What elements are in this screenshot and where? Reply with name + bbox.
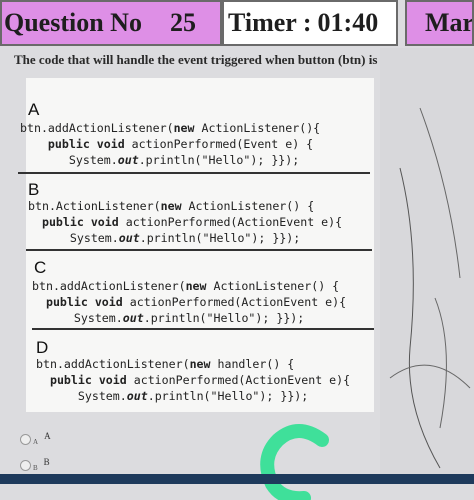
option-letter: C [34,258,47,277]
question-number-box: Question No 25 [0,0,222,46]
timer-label: Timer : [228,8,312,37]
option-code: btn.ActionListener(new ActionListener() … [28,199,343,245]
question-number: 25 [169,8,196,37]
answer-radio-a[interactable]: A A [20,431,51,446]
answer-radio-b[interactable]: B B [20,457,50,472]
option-letter: A [28,100,40,119]
header-bar: Question No 25 Timer : 01:40 Mark [0,0,474,48]
option-code: btn.addActionListener(new ActionListener… [20,121,321,167]
radio-sub: A [33,438,39,446]
marks-box: Mark [405,0,474,46]
timer-box: Timer : 01:40 [222,0,398,46]
answer-label: B [43,457,50,467]
option-letter: D [36,338,49,357]
side-area [380,48,474,474]
option-d[interactable]: D btn.addActionListener(new handler() { … [26,330,374,412]
option-a[interactable]: A btn.addActionListener(new ActionListen… [18,78,374,174]
option-b[interactable]: B btn.ActionListener(new ActionListener(… [26,174,374,252]
option-code: btn.addActionListener(new handler() { pu… [36,357,351,403]
radio-button[interactable] [20,459,31,471]
option-letter: B [28,180,40,199]
marks-label: Mark [425,8,474,37]
timer-value: 01:40 [317,8,379,37]
option-divider [26,249,372,251]
question-label: Question No [4,8,142,37]
taskbar [0,474,474,484]
radio-sub: B [33,464,38,472]
question-text: The code that will handle the event trig… [14,52,420,67]
radio-button[interactable] [20,433,31,445]
options-panel: A btn.addActionListener(new ActionListen… [18,78,374,412]
green-c-overlay [260,424,329,500]
background-sketch [389,107,471,469]
option-c[interactable]: C btn.addActionListener(new ActionListen… [26,252,374,330]
option-code: btn.addActionListener(new ActionListener… [32,279,347,325]
answer-label: A [44,431,51,441]
